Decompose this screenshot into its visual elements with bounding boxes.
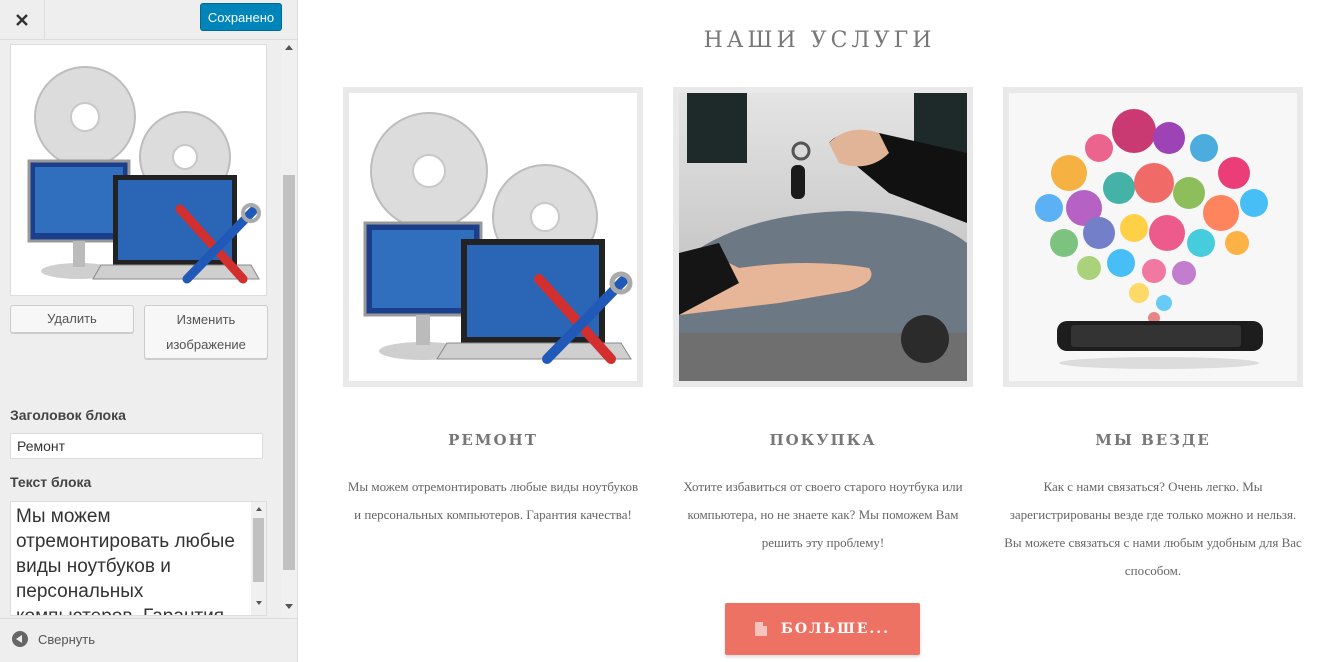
card-description: Мы можем отремонтировать любые виды ноут… bbox=[347, 479, 639, 522]
sidebar-scrollbar[interactable] bbox=[281, 41, 297, 618]
social-icons-phone-image bbox=[1003, 87, 1303, 387]
card-heading: РЕМОНТ bbox=[448, 431, 538, 449]
scroll-down-icon[interactable] bbox=[256, 601, 262, 605]
more-button[interactable]: БОЛЬШЕ... bbox=[725, 603, 920, 655]
saved-button[interactable]: Сохранено bbox=[200, 3, 282, 31]
block-title-label: Заголовок блока bbox=[10, 407, 126, 423]
sidebar-header: Сохранено bbox=[0, 0, 297, 40]
scroll-up-icon[interactable] bbox=[256, 507, 262, 511]
close-icon bbox=[16, 14, 28, 26]
collapse-label: Свернуть bbox=[38, 632, 96, 647]
scroll-up-icon[interactable] bbox=[285, 45, 293, 50]
scroll-down-icon[interactable] bbox=[285, 604, 293, 609]
section-title: НАШИ УСЛУГИ bbox=[703, 28, 936, 53]
card-description: Хотите избавиться от своего старого ноут… bbox=[683, 479, 963, 550]
change-image-button[interactable]: Изменить изображение bbox=[144, 305, 268, 359]
block-text-label: Текст блока bbox=[10, 474, 92, 490]
textarea-scrollbar[interactable] bbox=[251, 502, 266, 615]
block-text-textarea[interactable]: Мы можем отремонтировать любые виды ноут… bbox=[10, 501, 267, 616]
sidebar-panel: Удалить Изменить изображение Заголовок б… bbox=[0, 41, 297, 618]
collapse-arrow-icon bbox=[12, 631, 28, 647]
more-button-label: БОЛЬШЕ... bbox=[780, 621, 891, 637]
remove-image-button[interactable]: Удалить bbox=[10, 305, 134, 333]
sidebar-scroll-thumb[interactable] bbox=[283, 175, 295, 570]
computer-repair-image bbox=[343, 87, 643, 387]
textarea-scroll-thumb[interactable] bbox=[253, 518, 264, 582]
block-title-input[interactable]: Ремонт bbox=[10, 433, 263, 459]
collapse-sidebar-button[interactable]: Свернуть bbox=[0, 618, 297, 662]
customizer-sidebar: Сохранено Удалить Изменить изображение З… bbox=[0, 0, 298, 662]
block-text-value: Мы можем отремонтировать любые виды ноут… bbox=[16, 506, 235, 615]
change-image-label-line2: изображение bbox=[166, 337, 246, 352]
close-button[interactable] bbox=[0, 0, 45, 40]
card-description: Как с нами связаться? Очень легко. Мы за… bbox=[1004, 479, 1302, 578]
card-heading: ПОКУПКА bbox=[769, 431, 877, 449]
document-icon bbox=[754, 622, 767, 636]
change-image-label-line1: Изменить bbox=[176, 312, 236, 327]
site-preview: НАШИ УСЛУГИ РЕМОНТ Мы можем отремонтиров… bbox=[298, 0, 1341, 662]
computer-repair-thumbnail bbox=[27, 66, 261, 284]
image-preview bbox=[10, 44, 267, 296]
car-keys-handover-image bbox=[673, 87, 973, 387]
card-heading: МЫ ВЕЗДЕ bbox=[1095, 431, 1211, 449]
